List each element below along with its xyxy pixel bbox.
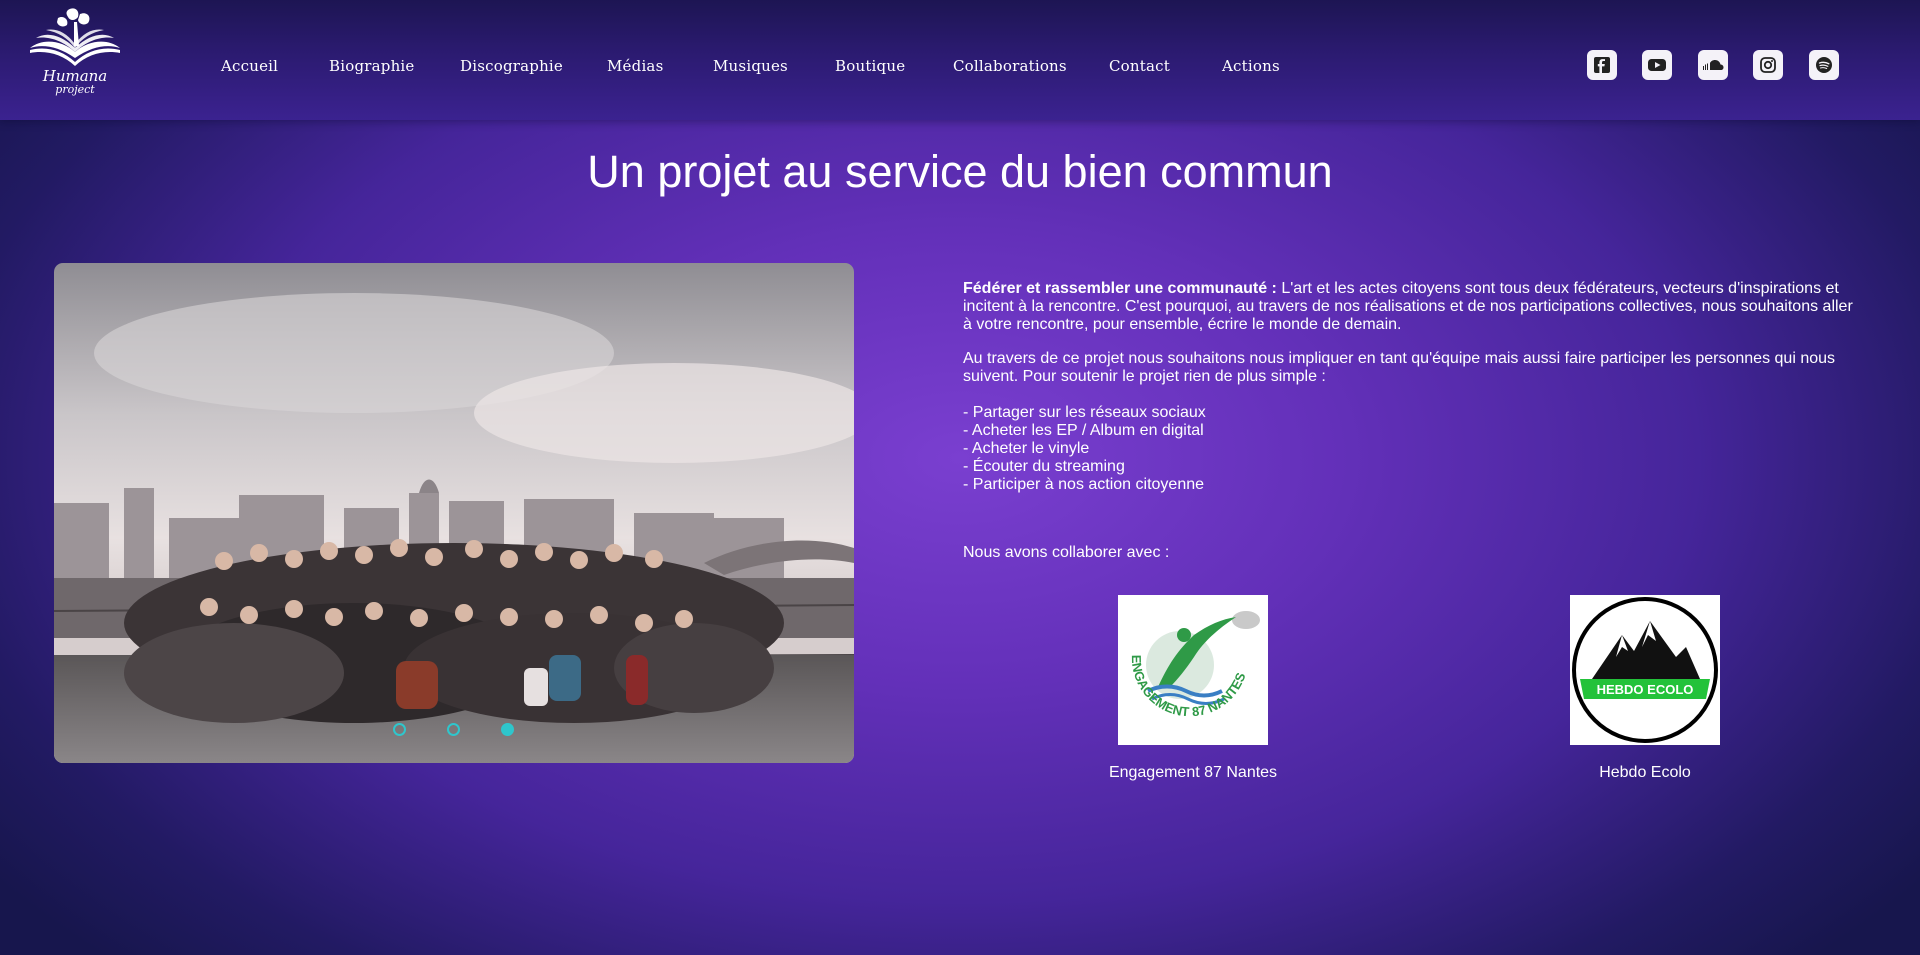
facebook-icon	[1594, 57, 1610, 73]
nav-contact[interactable]: Contact	[1109, 57, 1170, 75]
spotify-icon	[1816, 57, 1832, 73]
nav-medias[interactable]: Médias	[607, 57, 663, 75]
engagement-87-emblem: ENGAGEMENT 87 NANTES	[1129, 611, 1260, 719]
hebdo-ecolo-emblem: HEBDO ECOLO	[1572, 597, 1718, 743]
lotus-book-icon	[30, 8, 120, 66]
group-photo	[54, 263, 854, 763]
facebook-link[interactable]	[1587, 50, 1617, 80]
support-paragraph: Au travers de ce projet nous souhaitons …	[963, 350, 1836, 385]
slider-dot-3[interactable]	[501, 723, 514, 736]
nav-biographie[interactable]: Biographie	[329, 57, 415, 75]
logo-word-project: project	[55, 83, 95, 96]
nav-accueil[interactable]: Accueil	[221, 57, 278, 75]
humana-project-logo[interactable]: Humana project	[28, 6, 122, 104]
partner-name-engagement: Engagement 87 Nantes	[1108, 764, 1278, 781]
slider-dot-1[interactable]	[393, 723, 406, 736]
intro-paragraph: Fédérer et rassembler une communauté : L…	[963, 280, 1863, 334]
page-title: Un projet au service du bien commun	[587, 146, 1333, 197]
list-item: - Écouter du streaming	[963, 458, 1125, 475]
photo-slider[interactable]	[54, 263, 854, 763]
list-item: - Participer à nos action citoyenne	[963, 476, 1205, 493]
list-item: - Acheter les EP / Album en digital	[963, 422, 1204, 439]
top-navigation-bar: Humana project Accueil Biographie Discog…	[0, 0, 1920, 120]
youtube-link[interactable]	[1642, 50, 1672, 80]
engagement-87-logo[interactable]: ENGAGEMENT 87 NANTES	[1118, 595, 1268, 745]
slider-dot-2[interactable]	[447, 723, 460, 736]
youtube-icon	[1648, 59, 1666, 71]
list-item: - Partager sur les réseaux sociaux	[963, 404, 1206, 421]
collaboration-title: Nous avons collaborer avec :	[963, 544, 1170, 561]
partner-name-hebdo: Hebdo Ecolo	[1599, 764, 1691, 781]
support-list: - Partager sur les réseaux sociaux - Ach…	[963, 404, 1863, 494]
instagram-link[interactable]	[1753, 50, 1783, 80]
nav-collaborations[interactable]: Collaborations	[953, 57, 1067, 75]
soundcloud-link[interactable]	[1698, 50, 1728, 80]
soundcloud-icon	[1703, 60, 1724, 70]
hebdo-ecolo-logo-text: HEBDO ECOLO	[1597, 682, 1694, 697]
nav-musiques[interactable]: Musiques	[713, 57, 788, 75]
spotify-link[interactable]	[1809, 50, 1839, 80]
instagram-icon	[1760, 57, 1776, 73]
nav-boutique[interactable]: Boutique	[835, 57, 905, 75]
nav-actions[interactable]: Actions	[1222, 57, 1280, 75]
list-item: - Acheter le vinyle	[963, 440, 1090, 457]
intro-bold: Fédérer et rassembler une communauté :	[963, 280, 1277, 297]
nav-discographie[interactable]: Discographie	[460, 57, 563, 75]
logo-word-humana: Humana	[42, 67, 108, 85]
hebdo-ecolo-logo[interactable]: HEBDO ECOLO	[1570, 595, 1720, 745]
